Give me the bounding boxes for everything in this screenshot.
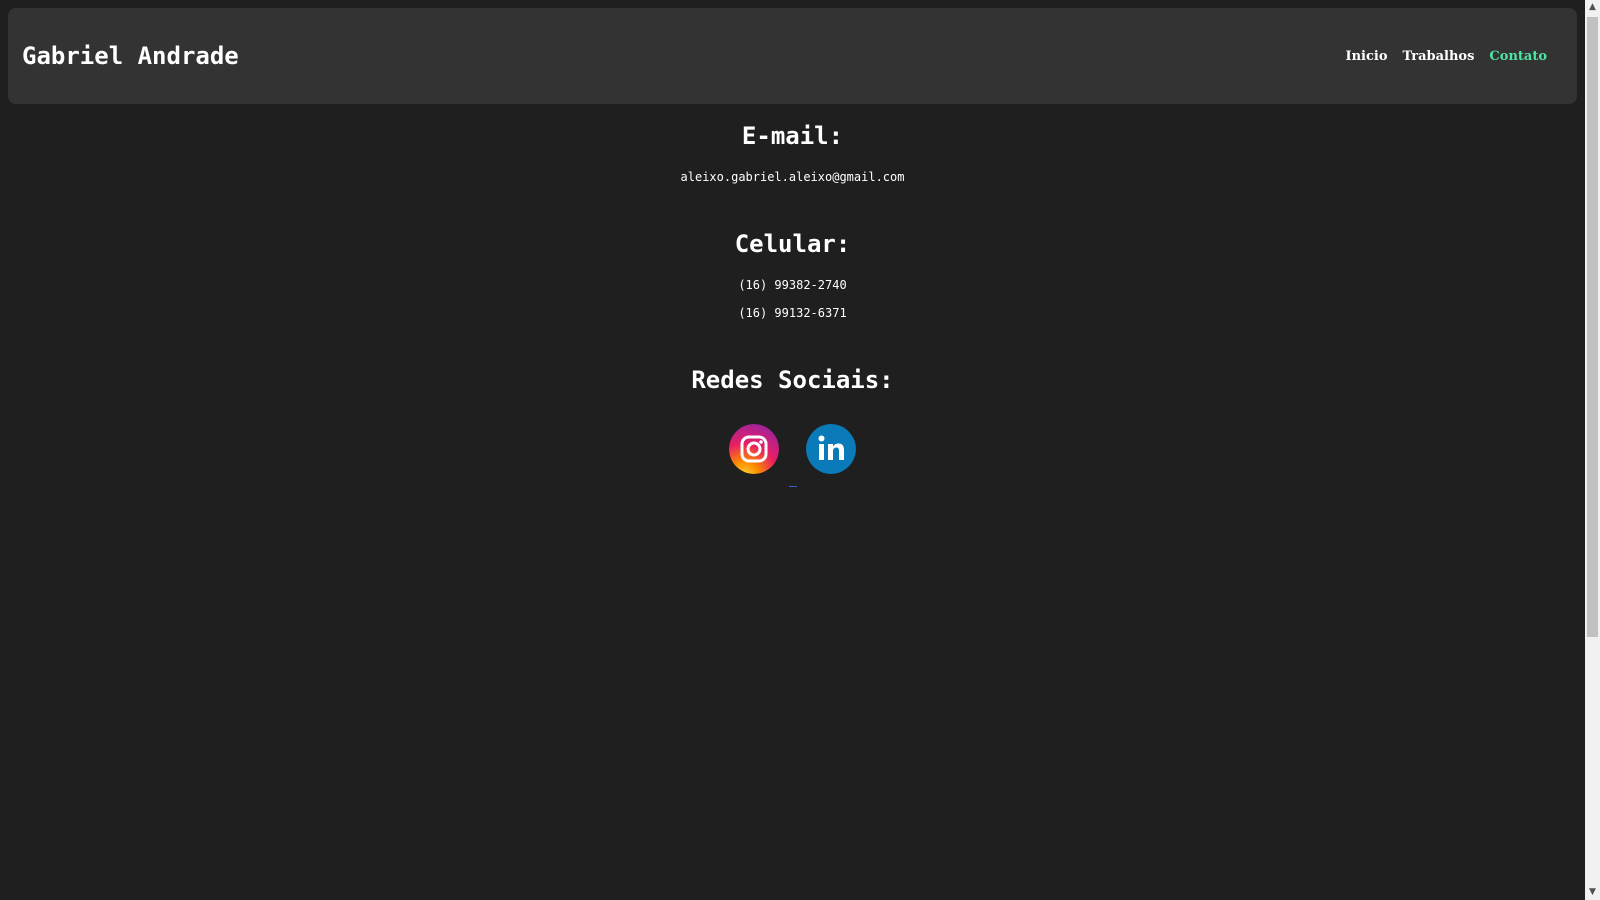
phone-number-2: (16) 99132-6371: [738, 306, 847, 320]
social-heading: Redes Sociais:: [691, 366, 894, 394]
vertical-scrollbar[interactable]: ▲ ▼: [1585, 0, 1600, 900]
linkedin-link[interactable]: [806, 424, 856, 474]
nav-link-trabalhos[interactable]: Trabalhos: [1403, 49, 1475, 64]
instagram-link[interactable]: [729, 424, 779, 474]
page: Gabriel Andrade Inicio Trabalhos Contato…: [0, 0, 1585, 900]
scroll-up-arrow-icon[interactable]: ▲: [1585, 0, 1600, 15]
email-address: aleixo.gabriel.aleixo@gmail.com: [680, 170, 905, 184]
main-nav: Inicio Trabalhos Contato: [1346, 8, 1547, 104]
site-header: Gabriel Andrade Inicio Trabalhos Contato: [8, 8, 1577, 104]
linkedin-icon: [806, 424, 856, 474]
instagram-icon: [729, 424, 779, 474]
nav-link-inicio[interactable]: Inicio: [1346, 49, 1388, 64]
link-underline-fragment: [789, 486, 797, 487]
nav-link-contato[interactable]: Contato: [1489, 49, 1547, 64]
scrollbar-thumb[interactable]: [1587, 17, 1598, 637]
phone-heading: Celular:: [734, 230, 851, 258]
site-title[interactable]: Gabriel Andrade: [22, 8, 239, 104]
phone-number-1: (16) 99382-2740: [738, 278, 847, 292]
social-links: [0, 424, 1585, 474]
scroll-down-arrow-icon[interactable]: ▼: [1585, 885, 1600, 900]
email-heading: E-mail:: [741, 122, 844, 150]
